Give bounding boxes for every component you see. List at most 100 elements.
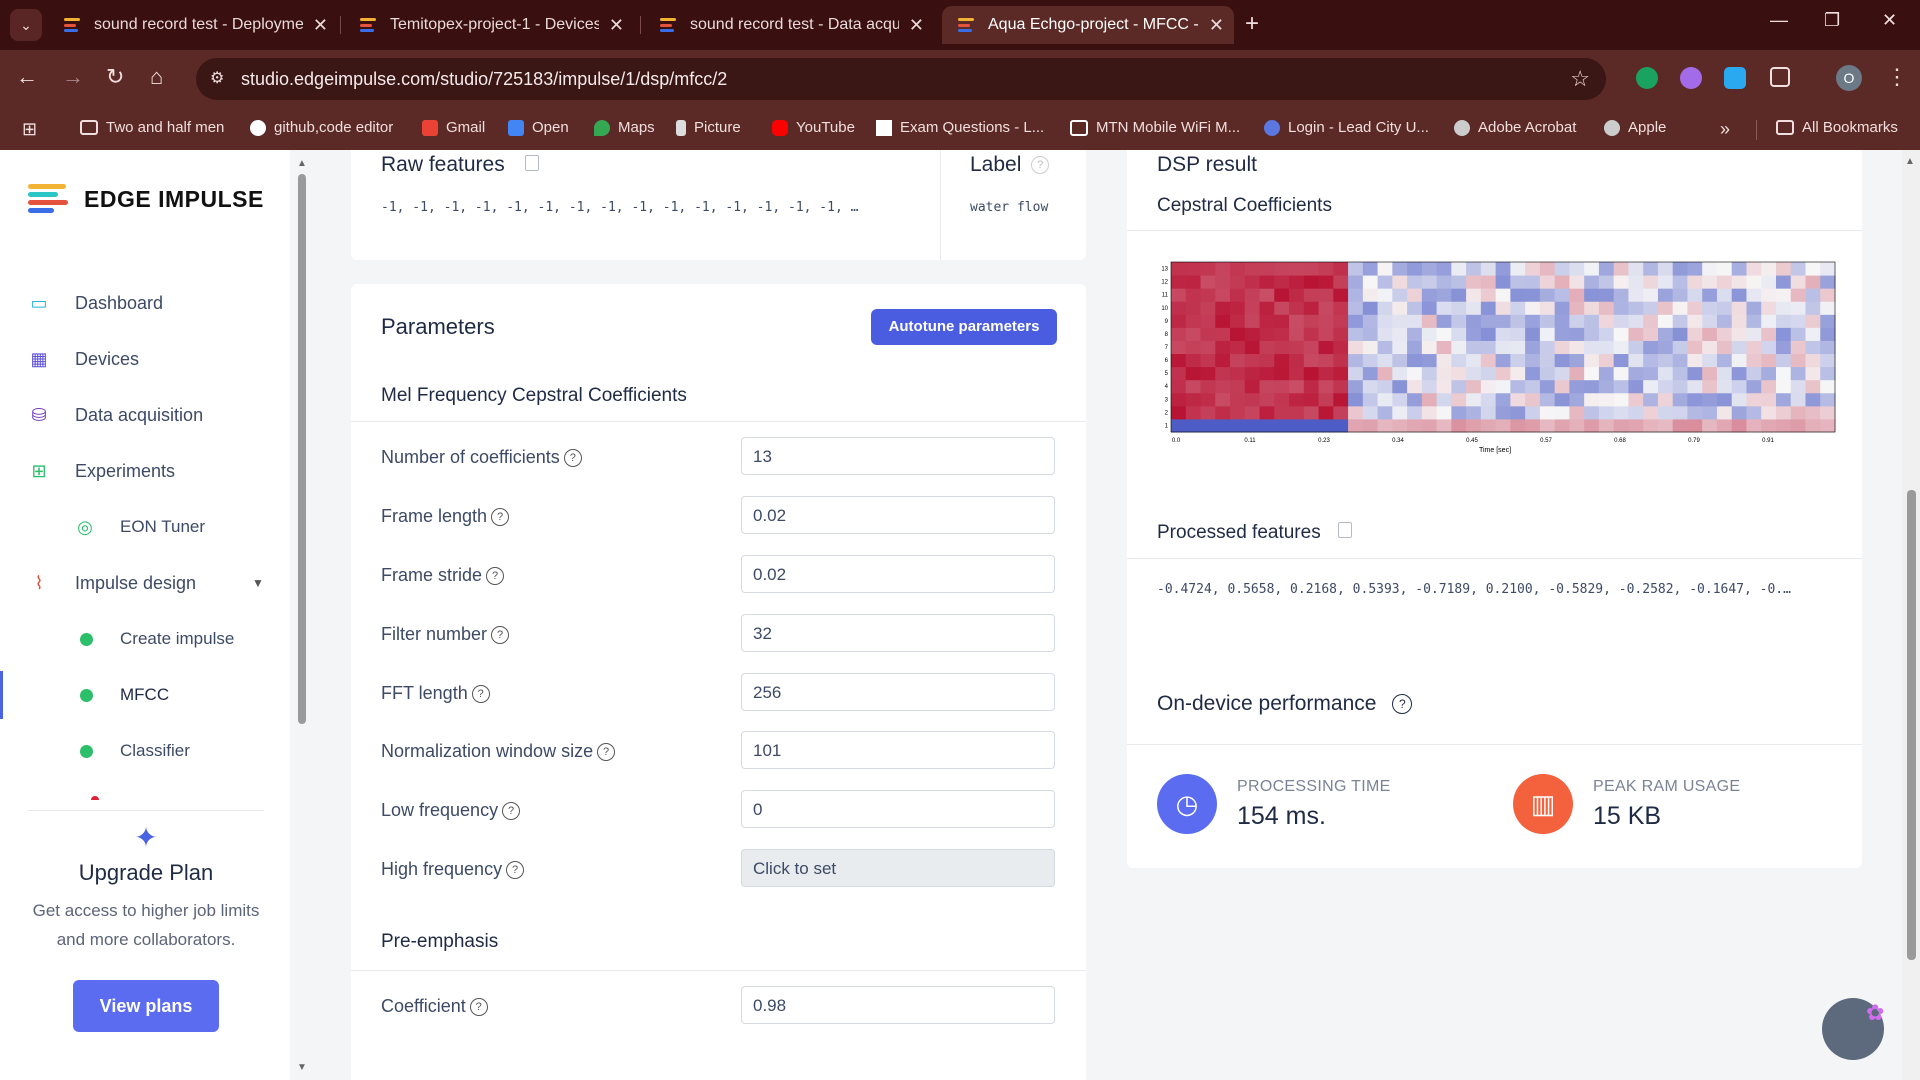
new-tab-button[interactable]: + bbox=[1245, 10, 1259, 38]
heatmap-cell bbox=[1215, 366, 1231, 381]
help-icon[interactable]: ? bbox=[506, 861, 525, 880]
high-frequency-input[interactable]: Click to set bbox=[741, 849, 1055, 887]
sidebar-item-mfcc[interactable]: MFCC bbox=[0, 671, 290, 719]
url-text[interactable]: studio.edgeimpulse.com/studio/725183/imp… bbox=[241, 69, 727, 90]
grammarly-extension-icon[interactable] bbox=[1636, 67, 1658, 89]
help-icon[interactable]: ? bbox=[486, 567, 505, 586]
bookmark-item[interactable]: Picture bbox=[676, 119, 741, 136]
bookmark-item[interactable]: YouTube bbox=[772, 119, 855, 136]
scroll-up-icon[interactable]: ▲ bbox=[1905, 156, 1915, 167]
help-icon[interactable]: ? bbox=[502, 802, 521, 821]
bookmark-item[interactable]: Maps bbox=[594, 119, 655, 136]
sidebar-item-impulse-design[interactable]: ⌇ Impulse design ▼ bbox=[0, 563, 290, 603]
help-icon[interactable]: ? bbox=[491, 626, 510, 645]
forward-arrow-icon[interactable]: → bbox=[62, 64, 84, 90]
edge-impulse-logo[interactable]: EDGE IMPULSE bbox=[28, 184, 264, 214]
sidebar-scrollbar[interactable] bbox=[298, 174, 306, 724]
low-frequency-input[interactable]: 0 bbox=[741, 790, 1055, 828]
scroll-up-icon[interactable]: ▲ bbox=[297, 158, 307, 169]
sidebar-item-data-acquisition[interactable]: ⛁ Data acquisition bbox=[0, 395, 290, 435]
sidebar-item-devices[interactable]: ▦ Devices bbox=[0, 339, 290, 379]
heatmap-cell bbox=[1421, 366, 1438, 381]
bookmark-item[interactable]: Login - Lead City U... bbox=[1264, 119, 1429, 136]
bookmark-item[interactable]: Open bbox=[508, 119, 569, 136]
bookmark-star-icon[interactable]: ☆ bbox=[1570, 66, 1590, 92]
heatmap-cell bbox=[1480, 418, 1497, 433]
close-tab-icon[interactable]: ✕ bbox=[313, 15, 328, 36]
copy-icon[interactable] bbox=[1337, 522, 1352, 538]
cloud-extension-icon[interactable] bbox=[1724, 67, 1746, 89]
bookmark-item[interactable]: github,code editor bbox=[250, 119, 393, 136]
minimize-window-icon[interactable]: — bbox=[1770, 10, 1788, 31]
back-arrow-icon[interactable]: ← bbox=[16, 64, 38, 90]
browser-tab-active[interactable]: Aqua Echgo-project - MFCC - E ✕ bbox=[942, 6, 1234, 44]
sidebar-item-classifier[interactable]: Classifier bbox=[0, 731, 290, 771]
browser-tab[interactable]: sound record test - Deploymen ✕ bbox=[48, 6, 338, 44]
help-icon[interactable]: ? bbox=[471, 685, 490, 704]
bookmark-item[interactable]: Exam Questions - L... bbox=[876, 119, 1044, 136]
help-icon[interactable]: ? bbox=[469, 998, 488, 1017]
bookmarks-overflow-icon[interactable]: » bbox=[1720, 119, 1730, 140]
help-icon[interactable]: ? bbox=[491, 508, 510, 527]
frame-stride-input[interactable]: 0.02 bbox=[741, 555, 1055, 593]
processing-time-label: PROCESSING TIME bbox=[1237, 778, 1391, 795]
heatmap-cell bbox=[1790, 418, 1806, 433]
brain-assistant-icon[interactable]: ✿ bbox=[1866, 1000, 1884, 1026]
close-tab-icon[interactable]: ✕ bbox=[909, 15, 924, 36]
sidebar-item-eon-tuner[interactable]: ◎ EON Tuner bbox=[0, 507, 290, 547]
address-bar[interactable]: ⚙ studio.edgeimpulse.com/studio/725183/i… bbox=[196, 58, 1606, 100]
heatmap-cell bbox=[1466, 340, 1482, 355]
sidebar-item-experiments[interactable]: ⊞ Experiments bbox=[0, 451, 290, 491]
frame-length-input[interactable]: 0.02 bbox=[741, 496, 1055, 534]
brain-extension-icon[interactable] bbox=[1680, 67, 1702, 89]
main-scrollbar-thumb[interactable] bbox=[1907, 490, 1916, 960]
heatmap-cell bbox=[1274, 275, 1290, 289]
copy-icon[interactable] bbox=[524, 155, 539, 171]
heatmap-cell bbox=[1436, 353, 1452, 368]
home-icon[interactable]: ⌂ bbox=[150, 64, 163, 90]
filter-number-input[interactable]: 32 bbox=[741, 614, 1055, 652]
chevron-down-icon[interactable]: ▼ bbox=[252, 576, 264, 590]
help-icon[interactable]: ? bbox=[1031, 156, 1050, 175]
help-icon[interactable]: ? bbox=[563, 449, 582, 468]
help-icon[interactable]: ? bbox=[1392, 694, 1413, 715]
browser-menu-icon[interactable]: ⋮ bbox=[1886, 64, 1908, 90]
scroll-down-icon[interactable]: ▼ bbox=[297, 1062, 307, 1073]
heatmap-cell bbox=[1613, 353, 1629, 368]
close-tab-icon[interactable]: ✕ bbox=[1209, 15, 1224, 36]
bookmark-item[interactable]: Adobe Acrobat bbox=[1454, 119, 1576, 136]
restore-window-icon[interactable]: ❐ bbox=[1824, 10, 1840, 31]
all-bookmarks-button[interactable]: All Bookmarks bbox=[1776, 119, 1898, 136]
bookmark-item[interactable]: MTN Mobile WiFi M... bbox=[1070, 119, 1240, 136]
extensions-puzzle-icon[interactable] bbox=[1770, 67, 1790, 87]
number-of-coefficients-input[interactable]: 13 bbox=[741, 437, 1055, 475]
heatmap-cell bbox=[1584, 262, 1600, 276]
heatmap-cell bbox=[1702, 301, 1718, 315]
heatmap-cell bbox=[1333, 353, 1349, 368]
close-tab-icon[interactable]: ✕ bbox=[609, 15, 624, 36]
bookmark-item[interactable]: Apple bbox=[1604, 119, 1666, 136]
sidebar-item-dashboard[interactable]: ▭ Dashboard bbox=[0, 283, 290, 323]
close-window-icon[interactable]: ✕ bbox=[1882, 10, 1897, 31]
coefficient-input[interactable]: 0.98 bbox=[741, 986, 1055, 1024]
heatmap-cell bbox=[1185, 353, 1202, 368]
main-scrollbar[interactable] bbox=[1902, 150, 1920, 1080]
heatmap-cell bbox=[1215, 301, 1231, 315]
profile-avatar[interactable]: O bbox=[1836, 65, 1862, 91]
reload-icon[interactable]: ↻ bbox=[106, 64, 124, 90]
apps-grid-icon[interactable]: ⊞ bbox=[22, 119, 37, 140]
view-plans-button[interactable]: View plans bbox=[73, 980, 219, 1032]
autotune-parameters-button[interactable]: Autotune parameters bbox=[871, 309, 1057, 345]
browser-tab[interactable]: Temitopex-project-1 - Devices ✕ bbox=[344, 6, 634, 44]
sidebar-item-create-impulse[interactable]: Create impulse bbox=[0, 619, 290, 659]
browser-tab[interactable]: sound record test - Data acquis ✕ bbox=[644, 6, 934, 44]
fft-length-input[interactable]: 256 bbox=[741, 673, 1055, 711]
help-icon[interactable]: ? bbox=[597, 743, 616, 762]
bookmark-item[interactable]: Gmail bbox=[422, 119, 485, 136]
normalization-window-size-input[interactable]: 101 bbox=[741, 731, 1055, 769]
heatmap-cell bbox=[1687, 262, 1703, 276]
site-info-icon[interactable]: ⚙ bbox=[210, 68, 224, 88]
bookmark-item[interactable]: Two and half men bbox=[80, 119, 224, 136]
heatmap-cell bbox=[1392, 353, 1408, 368]
tab-search-button[interactable]: ⌄ bbox=[10, 9, 42, 41]
